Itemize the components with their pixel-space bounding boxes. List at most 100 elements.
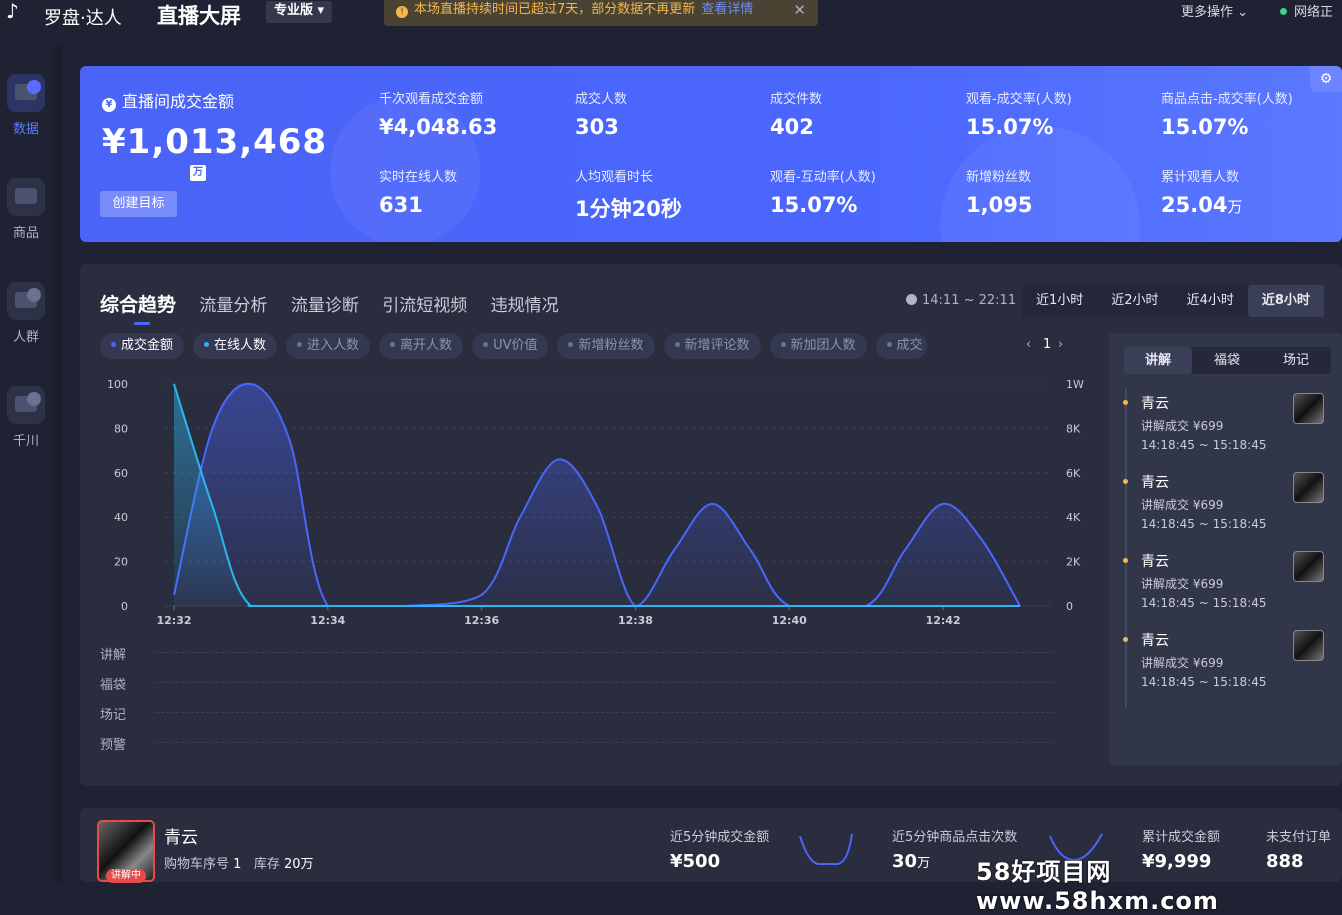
warning-icon: ! — [396, 6, 408, 18]
chip-uv-value[interactable]: UV价值 — [472, 333, 549, 359]
range-4h-button[interactable]: 近4小时 — [1173, 285, 1248, 317]
stock-value: 20万 — [284, 857, 314, 872]
currency-icon: ¥ — [102, 98, 116, 112]
kpi-metric: 累计观看人数 25.04万 — [1161, 166, 1242, 217]
range-1h-button[interactable]: 近1小时 — [1022, 285, 1097, 317]
create-goal-button[interactable]: 创建目标 — [100, 191, 177, 217]
y-tick-label: 0 — [121, 600, 128, 613]
metric-label: 成交人数 — [575, 92, 628, 107]
tab-luckybag[interactable]: 福袋 — [1193, 347, 1261, 374]
range-8h-button[interactable]: 近8小时 — [1247, 285, 1324, 317]
caret-down-icon: ▾ — [317, 3, 325, 18]
event-row-notes: 场记 — [100, 704, 1060, 734]
status-dot-icon — [1280, 8, 1287, 15]
tab-overall-trend[interactable]: 综合趋势 — [100, 290, 176, 325]
metric-value: 303 — [575, 115, 619, 139]
x-tick-label: 12:42 — [926, 614, 961, 627]
event-row-label: 福袋 — [100, 678, 127, 693]
metric-value: 1,095 — [966, 193, 1033, 217]
metric-value: 15.07% — [770, 193, 858, 217]
clock-icon — [906, 294, 917, 305]
chip-label: 新增粉丝数 — [578, 338, 644, 353]
tab-short-video[interactable]: 引流短视频 — [382, 291, 467, 316]
chip-new-group[interactable]: 新加团人数 — [769, 333, 867, 359]
cart-number: 1 — [233, 857, 242, 872]
metric-label: 观看-成交率(人数) — [966, 92, 1072, 107]
stat-label: 未支付订单 — [1266, 830, 1332, 845]
x-tick-label: 12:38 — [618, 614, 653, 627]
y-tick-label: 40 — [114, 511, 128, 524]
metric-chips: 成交金额 在线人数 进入人数 离开人数 UV价值 新增粉丝数 新增评论数 新加团人数 成交 — [100, 333, 927, 361]
side-panel-tabs: 讲解 福袋 场记 — [1124, 347, 1331, 374]
chip-label: 进入人数 — [307, 338, 360, 353]
data-dashboard-icon — [7, 74, 45, 112]
chip-label: 成交 — [896, 338, 923, 353]
gear-icon[interactable]: ⚙ — [1310, 66, 1342, 92]
chip-online[interactable]: 在线人数 — [193, 333, 278, 359]
tab-explain[interactable]: 讲解 — [1124, 347, 1192, 374]
explain-side-panel: 讲解 福袋 场记 青云 讲解成交 ¥699 14:18:45 ~ 15:18:45 青… — [1109, 333, 1342, 765]
sidebar-item-goods[interactable]: 商品 — [0, 178, 52, 241]
y-right-tick-label: 0 — [1066, 600, 1073, 613]
timeline-deal: 讲解成交 ¥699 — [1141, 419, 1224, 433]
range-2h-button[interactable]: 近2小时 — [1097, 285, 1172, 317]
sidebar-item-label: 千川 — [12, 434, 39, 449]
y-right-tick-label: 6K — [1066, 467, 1081, 480]
close-icon[interactable]: ✕ — [793, 0, 806, 20]
metric-label: 观看-互动率(人数) — [770, 170, 876, 185]
notice-detail-link[interactable]: 查看详情 — [701, 2, 753, 17]
sidebar-item-label: 人群 — [12, 330, 39, 345]
chip-leave[interactable]: 离开人数 — [379, 333, 464, 359]
chevron-right-icon[interactable]: › — [1058, 337, 1063, 352]
stat-label: 近5分钟商品点击次数 — [892, 830, 1018, 845]
x-tick-label: 12:36 — [464, 614, 499, 627]
network-status: 网络正 — [1280, 1, 1333, 20]
metric-label: 商品点击-成交率(人数) — [1161, 92, 1293, 107]
y-right-tick-label: 2K — [1066, 556, 1081, 569]
kpi-metric: 实时在线人数 631 — [379, 166, 457, 217]
chevron-left-icon[interactable]: ‹ — [1026, 337, 1031, 352]
metric-value: 15.07% — [1161, 115, 1249, 139]
metric-value: ¥4,048.63 — [379, 115, 498, 139]
sidebar-item-qianchuan[interactable]: 千川 — [0, 386, 52, 449]
tab-traffic-analysis[interactable]: 流量分析 — [199, 291, 267, 316]
sidebar-item-data[interactable]: 数据 — [0, 74, 52, 137]
timeline-product-name: 青云 — [1141, 554, 1169, 570]
stat-value: 30 — [892, 851, 918, 872]
chip-label: 新加团人数 — [790, 338, 856, 353]
edition-dropdown[interactable]: 专业版 ▾ — [266, 1, 333, 23]
tab-violations[interactable]: 违规情况 — [491, 291, 559, 316]
sidebar-item-label: 数据 — [12, 122, 39, 137]
x-tick-label: 12:40 — [772, 614, 807, 627]
timeline-dot-icon — [1123, 479, 1128, 484]
trend-chart: 0 0 20 2K 40 4K 60 6K 80 8K 100 1W 12:32 12:34 12:36 12… — [107, 378, 1084, 627]
chip-gmv[interactable]: 成交金额 — [100, 333, 185, 359]
chip-label: 成交金额 — [121, 338, 174, 353]
more-operations-menu[interactable]: 更多操作 ⌄ — [1181, 1, 1248, 20]
kpi-metric: 成交件数 402 — [770, 88, 822, 139]
chip-deal[interactable]: 成交 — [875, 333, 927, 359]
notice-banner: ! 本场直播持续时间已超过7天，部分数据不再更新 查看详情 ✕ — [384, 0, 818, 26]
metric-unit: 万 — [1227, 198, 1243, 216]
x-tick-label: 12:32 — [156, 614, 191, 627]
event-row-alert: 预警 — [100, 734, 1060, 764]
chip-new-fans[interactable]: 新增粉丝数 — [557, 333, 655, 359]
tab-traffic-diagnosis[interactable]: 流量诊断 — [291, 291, 359, 316]
kpi-card: ¥ 直播间成交金额 ¥1,013,468 万 创建目标 ⚙ 千次观看成交金额 ¥4,… — [80, 66, 1342, 242]
chip-new-comments[interactable]: 新增评论数 — [663, 333, 761, 359]
timeline-time: 14:18:45 ~ 15:18:45 — [1141, 675, 1267, 689]
status-badge: 讲解中 — [106, 869, 146, 883]
y-tick-label: 60 — [114, 467, 128, 480]
chip-enter[interactable]: 进入人数 — [286, 333, 371, 359]
timeline-dot-icon — [1123, 637, 1128, 642]
tab-notes[interactable]: 场记 — [1262, 347, 1330, 374]
notice-text: 本场直播持续时间已超过7天，部分数据不再更新 — [414, 2, 696, 17]
gmv-label-text: 直播间成交金额 — [122, 92, 235, 111]
metric-value: 15.07% — [966, 115, 1054, 139]
top-bar: ♪ 罗盘·达人 直播大屏 专业版 ▾ ! 本场直播持续时间已超过7天，部分数据不再… — [0, 0, 1342, 29]
sidebar-item-audience[interactable]: 人群 — [0, 282, 52, 345]
brand-name: 罗盘·达人 — [44, 8, 122, 29]
gmv-unit: 万 — [190, 165, 206, 181]
x-tick-label: 12:34 — [310, 614, 345, 627]
chip-label: UV价值 — [493, 338, 538, 353]
